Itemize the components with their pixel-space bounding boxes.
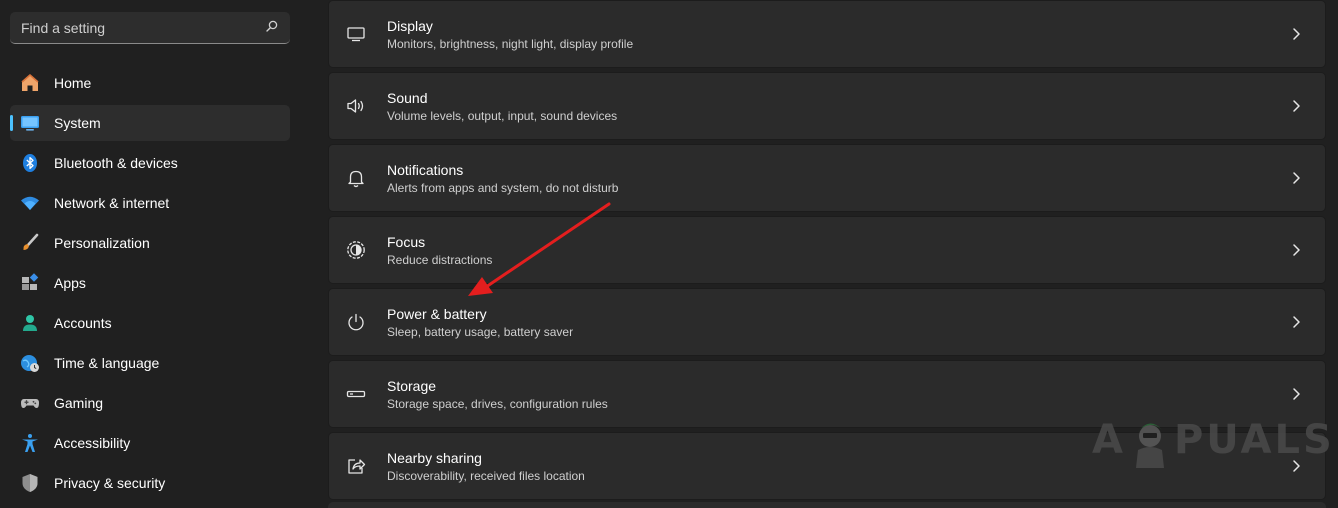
appuals-watermark: A PUALS [1092, 412, 1335, 468]
share-icon [346, 456, 366, 476]
sidebar: Home System Bluetooth & devices Network … [0, 0, 300, 508]
chevron-right-icon [1293, 388, 1300, 400]
chevron-right-icon [1293, 244, 1300, 256]
card-title: Notifications [387, 161, 464, 178]
apps-icon [20, 273, 40, 293]
sidebar-item-label: Network & internet [54, 195, 170, 211]
bluetooth-icon [20, 153, 40, 173]
storage-icon [346, 384, 366, 404]
system-icon [20, 113, 40, 133]
card-sound[interactable]: Sound Volume levels, output, input, soun… [328, 72, 1326, 140]
sidebar-item-time-language[interactable]: Time & language [10, 345, 290, 381]
chevron-right-icon [1293, 316, 1300, 328]
accessibility-icon [20, 433, 40, 453]
sidebar-item-label: Personalization [54, 235, 150, 251]
watermark-text-right: PUALS [1173, 417, 1335, 463]
search-box[interactable] [10, 12, 290, 44]
sidebar-item-label: System [54, 115, 101, 131]
gamepad-icon [20, 393, 40, 413]
chevron-right-icon [1293, 172, 1300, 184]
card-notifications[interactable]: Notifications Alerts from apps and syste… [328, 144, 1326, 212]
shield-icon [20, 473, 40, 493]
mascot-logo-icon [1135, 423, 1164, 468]
search-input[interactable] [21, 19, 251, 36]
sidebar-item-label: Time & language [54, 355, 160, 371]
power-icon [346, 312, 366, 332]
card-subtitle: Volume levels, output, input, sound devi… [387, 108, 618, 123]
card-title: Power & battery [387, 305, 487, 322]
card-display[interactable]: Display Monitors, brightness, night ligh… [328, 0, 1326, 68]
card-subtitle: Storage space, drives, configuration rul… [387, 396, 608, 411]
speaker-icon [346, 96, 366, 116]
card-title: Nearby sharing [387, 449, 482, 466]
card-title: Display [387, 17, 433, 34]
card-subtitle: Alerts from apps and system, do not dist… [387, 180, 619, 195]
sidebar-item-gaming[interactable]: Gaming [10, 385, 290, 421]
sidebar-item-label: Home [54, 75, 92, 91]
card-title: Sound [387, 89, 428, 106]
sidebar-item-system[interactable]: System [10, 105, 290, 141]
sidebar-item-accounts[interactable]: Accounts [10, 305, 290, 341]
card-title: Focus [387, 233, 426, 250]
card-title: Storage [387, 377, 437, 394]
brush-icon [20, 233, 40, 253]
bell-icon [346, 168, 366, 188]
card-subtitle: Discoverability, received files location [387, 468, 585, 483]
sidebar-item-label: Apps [54, 275, 86, 291]
sidebar-item-home[interactable]: Home [10, 65, 290, 101]
sidebar-item-network[interactable]: Network & internet [10, 185, 290, 221]
chevron-right-icon [1293, 28, 1300, 40]
card-subtitle: Monitors, brightness, night light, displ… [387, 36, 634, 51]
card-power-battery[interactable]: Power & battery Sleep, battery usage, ba… [328, 288, 1326, 356]
sidebar-item-label: Privacy & security [54, 475, 166, 491]
sidebar-item-privacy-security[interactable]: Privacy & security [10, 465, 290, 501]
focus-icon [346, 240, 366, 260]
sidebar-item-label: Accounts [54, 315, 112, 331]
card-subtitle: Reduce distractions [387, 252, 493, 267]
monitor-icon [346, 24, 366, 44]
sidebar-item-bluetooth[interactable]: Bluetooth & devices [10, 145, 290, 181]
card-subtitle: Sleep, battery usage, battery saver [387, 324, 574, 339]
watermark-text-left: A [1092, 417, 1126, 463]
sidebar-item-personalization[interactable]: Personalization [10, 225, 290, 261]
sidebar-item-label: Accessibility [54, 435, 131, 451]
home-icon [20, 73, 40, 93]
globe-clock-icon [20, 353, 40, 373]
card-focus[interactable]: Focus Reduce distractions [328, 216, 1326, 284]
next-card-edge [328, 502, 1326, 508]
sidebar-item-label: Gaming [54, 395, 104, 411]
sidebar-nav: Home System Bluetooth & devices Network … [10, 65, 290, 505]
search-icon[interactable] [266, 19, 278, 37]
account-icon [20, 313, 40, 333]
sidebar-item-apps[interactable]: Apps [10, 265, 290, 301]
chevron-right-icon [1293, 100, 1300, 112]
sidebar-item-label: Bluetooth & devices [54, 155, 178, 171]
wifi-icon [20, 193, 40, 213]
sidebar-item-accessibility[interactable]: Accessibility [10, 425, 290, 461]
